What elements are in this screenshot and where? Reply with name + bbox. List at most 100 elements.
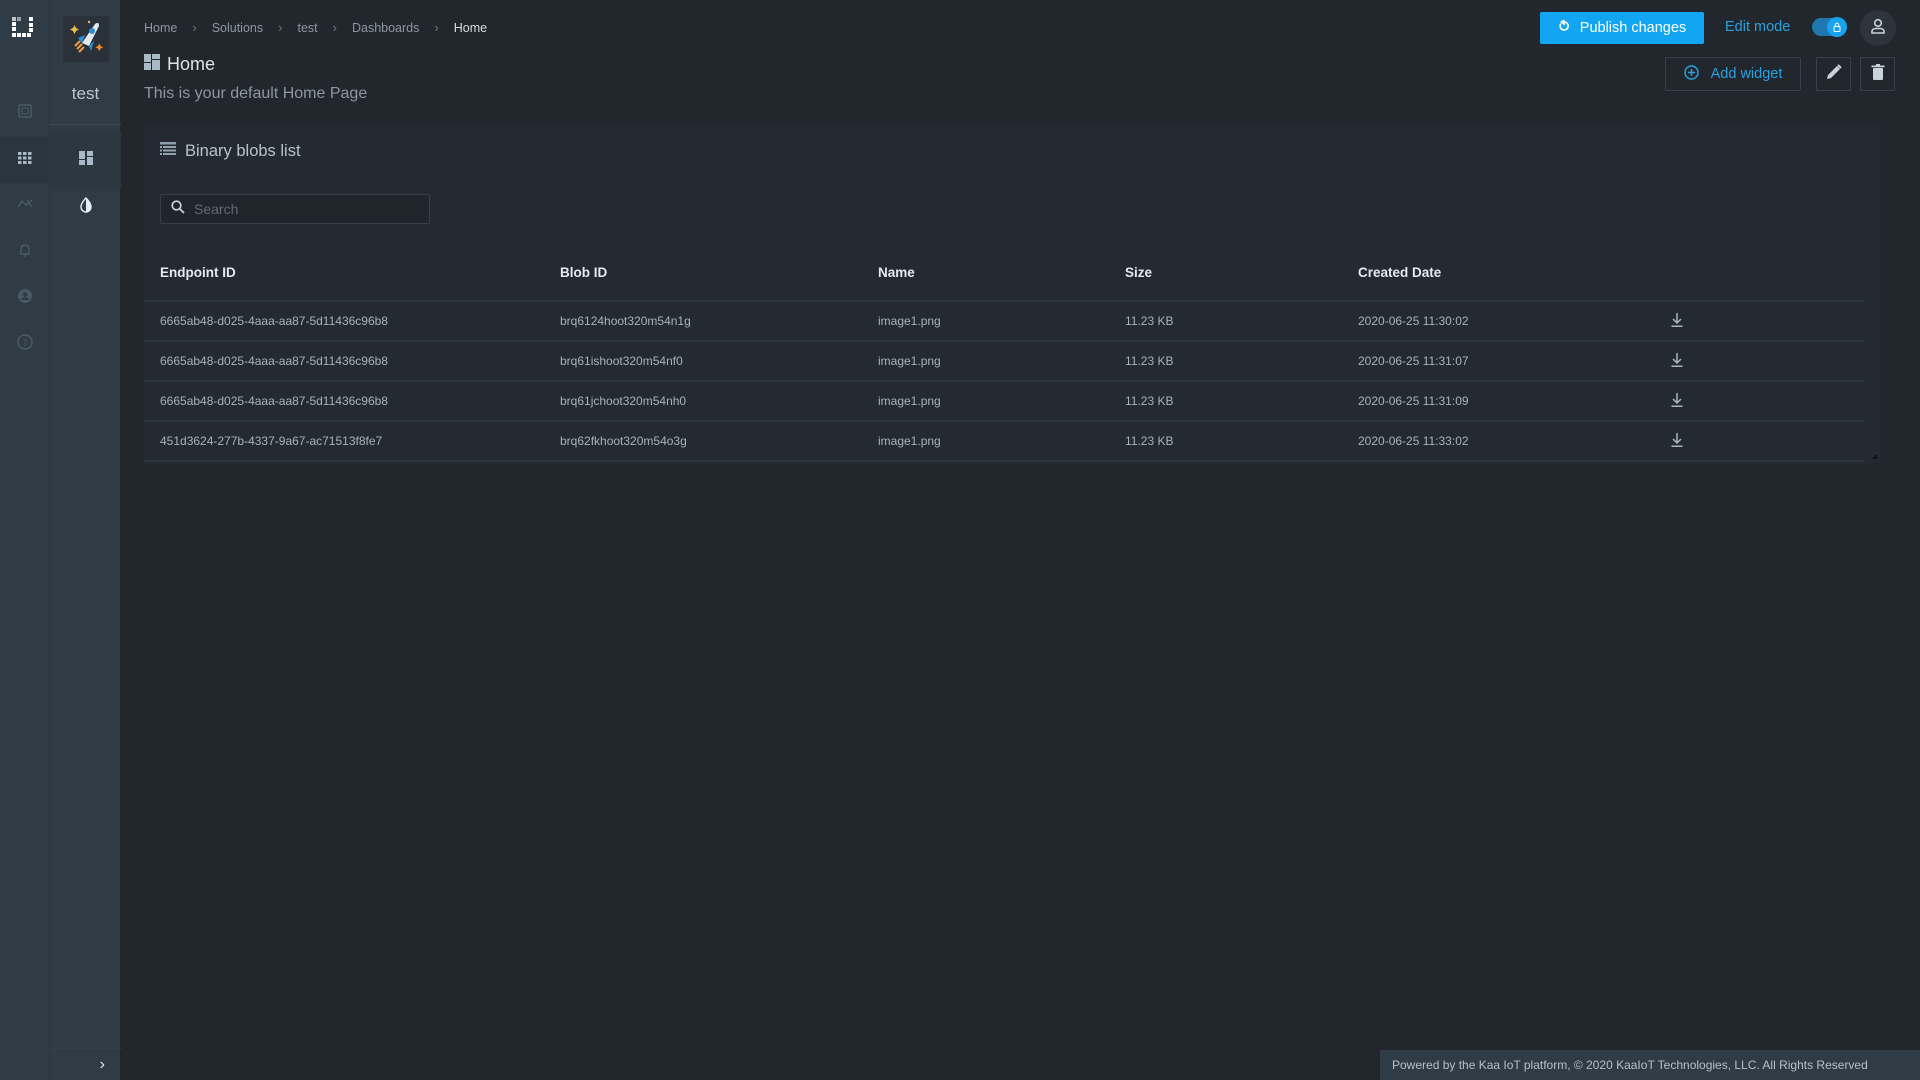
cell-size: 11.23 KB — [1109, 301, 1342, 342]
cell-actions — [1670, 301, 1864, 342]
breadcrumb-current: Home — [453, 20, 488, 35]
table-row: 451d3624-277b-4337-9a67-ac71513f8fe7 brq… — [144, 421, 1864, 462]
rail-item-account[interactable] — [0, 275, 49, 321]
rocket-icon — [65, 16, 107, 63]
kaa-logo-icon[interactable] — [11, 16, 35, 40]
table-row: 6665ab48-d025-4aaa-aa87-5d11436c96b8 brq… — [144, 381, 1864, 422]
cell-actions — [1670, 381, 1864, 422]
app-logo[interactable] — [63, 16, 109, 62]
cell-blob-id: brq61jchoot320m54nh0 — [544, 381, 862, 422]
breadcrumb-home[interactable]: Home — [144, 21, 177, 35]
lock-icon — [1827, 17, 1847, 37]
cell-endpoint-id: 6665ab48-d025-4aaa-aa87-5d11436c96b8 — [144, 301, 544, 342]
search-input[interactable] — [194, 201, 414, 217]
trash-icon — [1870, 63, 1886, 86]
dashboard-icon — [78, 150, 94, 171]
column-header-actions — [1670, 245, 1864, 302]
download-icon[interactable] — [1670, 312, 1684, 331]
chevron-right-icon: › — [332, 20, 337, 35]
cell-name: image1.png — [862, 421, 1109, 462]
chevron-right-icon: › — [99, 1055, 105, 1073]
cell-created-date: 2020-06-25 11:31:09 — [1342, 381, 1670, 422]
widget-title-text: Binary blobs list — [185, 142, 301, 160]
main-content: Home › Solutions › test › Dashboards › H… — [120, 0, 1920, 1080]
bell-icon — [17, 242, 33, 263]
account-icon — [17, 288, 33, 309]
device-icon — [17, 103, 33, 124]
user-icon — [1869, 17, 1887, 40]
table-row: 6665ab48-d025-4aaa-aa87-5d11436c96b8 brq… — [144, 341, 1864, 382]
column-header-endpoint-id[interactable]: Endpoint ID — [144, 245, 544, 302]
refresh-icon — [1558, 18, 1570, 36]
plus-circle-icon — [1683, 64, 1699, 84]
table-row: 6665ab48-d025-4aaa-aa87-5d11436c96b8 brq… — [144, 301, 1864, 342]
download-icon[interactable] — [1670, 352, 1684, 371]
chevron-right-icon: › — [434, 20, 439, 35]
page-subtitle: This is your default Home Page — [144, 85, 368, 102]
page-title: Home — [144, 54, 215, 75]
cell-actions — [1670, 341, 1864, 382]
cell-blob-id: brq62fkhoot320m54o3g — [544, 421, 862, 462]
svg-text:?: ? — [22, 338, 27, 348]
icon-rail: ? — [0, 0, 49, 1080]
trend-icon — [16, 196, 33, 217]
rail-item-alerts[interactable] — [0, 229, 49, 275]
column-header-size[interactable]: Size — [1109, 245, 1342, 302]
cell-created-date: 2020-06-25 11:31:07 — [1342, 341, 1670, 382]
page-title-text: Home — [167, 54, 216, 74]
cell-name: image1.png — [862, 341, 1109, 382]
edit-dashboard-button[interactable] — [1816, 57, 1851, 91]
rail-item-help[interactable]: ? — [0, 321, 49, 367]
cell-name: image1.png — [862, 301, 1109, 342]
rail-item-devices[interactable] — [0, 90, 49, 136]
cell-endpoint-id: 451d3624-277b-4337-9a67-ac71513f8fe7 — [144, 421, 544, 462]
column-header-created-date[interactable]: Created Date — [1342, 245, 1670, 302]
widget-resize-handle[interactable] — [1873, 455, 1877, 459]
download-icon[interactable] — [1670, 432, 1684, 451]
cell-blob-id: brq6124hoot320m54n1g — [544, 301, 862, 342]
user-menu-button[interactable] — [1860, 10, 1896, 46]
column-header-name[interactable]: Name — [862, 245, 1109, 302]
sidebar-collapse-button[interactable]: › — [50, 1048, 121, 1080]
sidebar-item-theme[interactable] — [50, 178, 121, 236]
breadcrumb-solutions[interactable]: Solutions — [212, 21, 263, 35]
sidebar-divider — [50, 124, 121, 125]
cell-actions — [1670, 421, 1864, 462]
solution-sidebar: test › — [49, 0, 121, 1080]
pencil-icon — [1825, 63, 1843, 86]
contrast-icon — [78, 196, 94, 218]
cell-endpoint-id: 6665ab48-d025-4aaa-aa87-5d11436c96b8 — [144, 341, 544, 382]
cell-size: 11.23 KB — [1109, 381, 1342, 422]
rail-item-analytics[interactable] — [0, 183, 49, 229]
widget-title: Binary blobs list — [160, 141, 301, 162]
binary-blobs-widget: Binary blobs list Endpoint ID Blob ID Na… — [144, 125, 1880, 463]
add-widget-label: Add widget — [1710, 66, 1783, 82]
rail-item-solutions[interactable] — [0, 137, 49, 183]
cell-blob-id: brq61ishoot320m54nf0 — [544, 341, 862, 382]
breadcrumb-dashboards[interactable]: Dashboards — [352, 21, 419, 35]
cell-created-date: 2020-06-25 11:30:02 — [1342, 301, 1670, 342]
edit-mode-toggle[interactable] — [1812, 17, 1847, 37]
breadcrumb: Home › Solutions › test › Dashboards › H… — [144, 20, 487, 35]
edit-mode-label: Edit mode — [1725, 19, 1791, 35]
publish-changes-button[interactable]: Publish changes — [1540, 12, 1704, 44]
cell-created-date: 2020-06-25 11:33:02 — [1342, 421, 1670, 462]
cell-endpoint-id: 6665ab48-d025-4aaa-aa87-5d11436c96b8 — [144, 381, 544, 422]
chevron-right-icon: › — [278, 20, 283, 35]
column-header-blob-id[interactable]: Blob ID — [544, 245, 862, 302]
dashboard-icon — [144, 54, 167, 75]
publish-changes-label: Publish changes — [1579, 20, 1687, 36]
blobs-table: Endpoint ID Blob ID Name Size Created Da… — [144, 245, 1864, 462]
app-name: test — [71, 84, 100, 103]
cell-name: image1.png — [862, 381, 1109, 422]
cell-size: 11.23 KB — [1109, 421, 1342, 462]
chevron-right-icon: › — [192, 20, 197, 35]
breadcrumb-solution-test[interactable]: test — [297, 21, 317, 35]
table-header-row: Endpoint ID Blob ID Name Size Created Da… — [144, 245, 1864, 302]
download-icon[interactable] — [1670, 392, 1684, 411]
search-icon — [171, 199, 185, 219]
list-icon — [160, 141, 185, 162]
footer: Powered by the Kaa IoT platform, © 2020 … — [1380, 1050, 1920, 1080]
delete-dashboard-button[interactable] — [1860, 57, 1895, 91]
add-widget-button[interactable]: Add widget — [1665, 57, 1801, 91]
